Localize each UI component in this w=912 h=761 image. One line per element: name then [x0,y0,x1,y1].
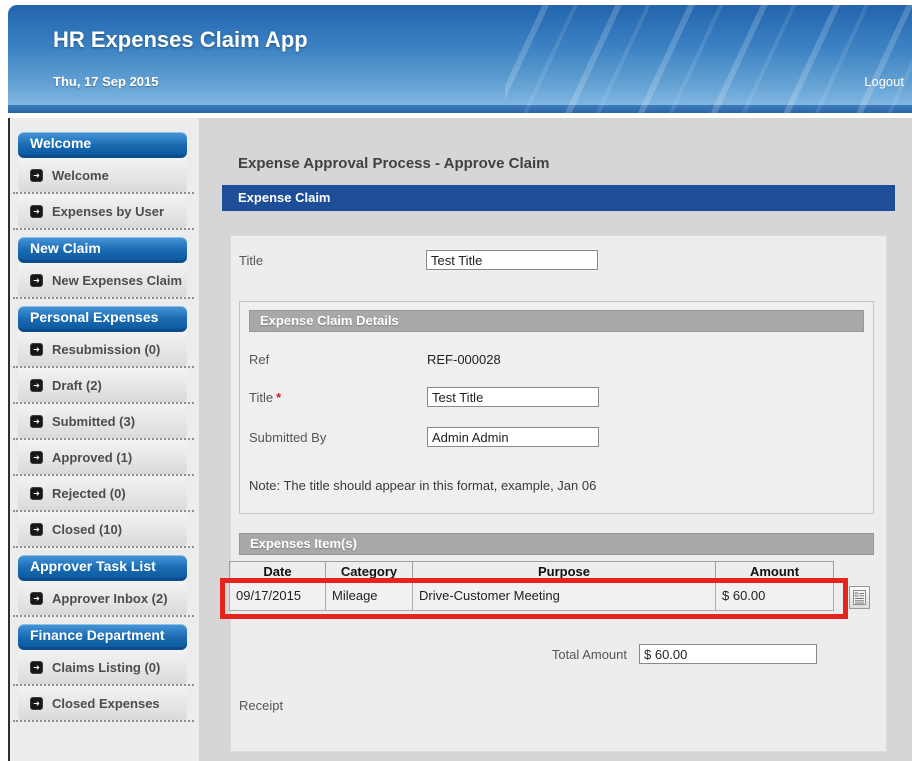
divider [13,546,194,548]
arrow-bullet-icon: ➜ [30,343,43,356]
sidebar: Welcome ➜ Welcome ➜ Expenses by User New… [10,118,199,761]
cell-date: 09/17/2015 [229,581,325,611]
column-header-amount: Amount [715,561,834,581]
details-box-title: Expense Claim Details [249,310,864,332]
column-header-category: Category [325,561,412,581]
cell-category: Mileage [325,581,412,611]
sidebar-section-welcome[interactable]: Welcome [18,132,187,158]
sidebar-item-closed-expenses[interactable]: ➜ Closed Expenses [18,686,187,720]
submitted-by-field-row: Submitted By [249,427,864,447]
cell-amount: $ 60.00 [715,581,834,611]
ref-label: Ref [249,352,427,367]
expenses-table: Date Category Purpose Amount 09/17/2015 … [229,561,837,611]
arrow-bullet-icon: ➜ [30,169,43,182]
arrow-bullet-icon: ➜ [30,697,43,710]
required-asterisk: * [276,390,281,405]
arrow-bullet-icon: ➜ [30,661,43,674]
sidebar-section-approver-task-list[interactable]: Approver Task List [18,555,187,581]
sidebar-item-claims-listing[interactable]: ➜ Claims Listing (0) [18,650,187,684]
total-amount-input[interactable] [639,644,817,664]
receipt-label: Receipt [239,698,283,713]
cell-purpose: Drive-Customer Meeting [412,581,715,611]
sidebar-item-approver-inbox[interactable]: ➜ Approver Inbox (2) [18,581,187,615]
ref-field-row: Ref REF-000028 [249,352,864,367]
format-note: Note: The title should appear in this fo… [249,478,864,493]
sidebar-item-submitted[interactable]: ➜ Submitted (3) [18,404,187,438]
divider [13,720,194,722]
submitted-by-input[interactable] [427,427,599,447]
arrow-bullet-icon: ➜ [30,379,43,392]
ref-value: REF-000028 [427,352,501,367]
receipt-row: Receipt [239,698,878,713]
arrow-bullet-icon: ➜ [30,523,43,536]
sidebar-item-expenses-by-user[interactable]: ➜ Expenses by User [18,194,187,228]
sidebar-item-rejected[interactable]: ➜ Rejected (0) [18,476,187,510]
details-title-field-row: Title* [249,387,864,407]
main-content: Expense Approval Process - Approve Claim… [199,118,912,761]
sidebar-item-draft[interactable]: ➜ Draft (2) [18,368,187,402]
page-title: Expense Approval Process - Approve Claim [238,155,895,172]
sidebar-item-resubmission[interactable]: ➜ Resubmission (0) [18,332,187,366]
sidebar-item-welcome[interactable]: ➜ Welcome [18,158,187,192]
expense-claim-form: Title Expense Claim Details Ref REF-0000… [230,235,887,752]
arrow-bullet-icon: ➜ [30,451,43,464]
header-date: Thu, 17 Sep 2015 [53,74,159,89]
title-field-row: Title [239,250,878,270]
sidebar-item-approved[interactable]: ➜ Approved (1) [18,440,187,474]
sidebar-section-finance-department[interactable]: Finance Department [18,624,187,650]
arrow-bullet-icon: ➜ [30,205,43,218]
details-title-input[interactable] [427,387,599,407]
column-header-date: Date [229,561,325,581]
app-header: HR Expenses Claim App Thu, 17 Sep 2015 L… [8,5,912,113]
sidebar-section-personal-expenses[interactable]: Personal Expenses [18,306,187,332]
logout-link[interactable]: Logout [864,74,904,89]
arrow-bullet-icon: ➜ [30,487,43,500]
title-input[interactable] [426,250,598,270]
arrow-bullet-icon: ➜ [30,415,43,428]
arrow-bullet-icon: ➜ [30,592,43,605]
app-title: HR Expenses Claim App [8,5,912,53]
title-label: Title [239,253,426,268]
expenses-items-bar: Expenses Item(s) [239,533,874,555]
sidebar-item-closed[interactable]: ➜ Closed (10) [18,512,187,546]
expense-claim-section-bar: Expense Claim [222,185,895,211]
column-header-purpose: Purpose [412,561,715,581]
total-amount-row: Total Amount [239,644,878,664]
submitted-by-label: Submitted By [249,430,427,445]
divider [13,297,194,299]
sidebar-section-new-claim[interactable]: New Claim [18,237,187,263]
list-lines-icon [853,590,866,605]
expenses-table-header-row: Date Category Purpose Amount [229,561,837,581]
details-title-label: Title* [249,390,427,405]
arrow-bullet-icon: ➜ [30,274,43,287]
page-body: Welcome ➜ Welcome ➜ Expenses by User New… [8,118,912,761]
divider [13,615,194,617]
total-amount-label: Total Amount [552,647,627,662]
sidebar-item-new-expenses-claim[interactable]: ➜ New Expenses Claim [18,263,187,297]
divider [13,228,194,230]
expense-claim-details-box: Expense Claim Details Ref REF-000028 Tit… [239,301,874,514]
row-details-button[interactable] [849,586,870,609]
header-bottom-strip [8,105,912,113]
expense-item-row[interactable]: 09/17/2015 Mileage Drive-Customer Meetin… [229,581,837,611]
